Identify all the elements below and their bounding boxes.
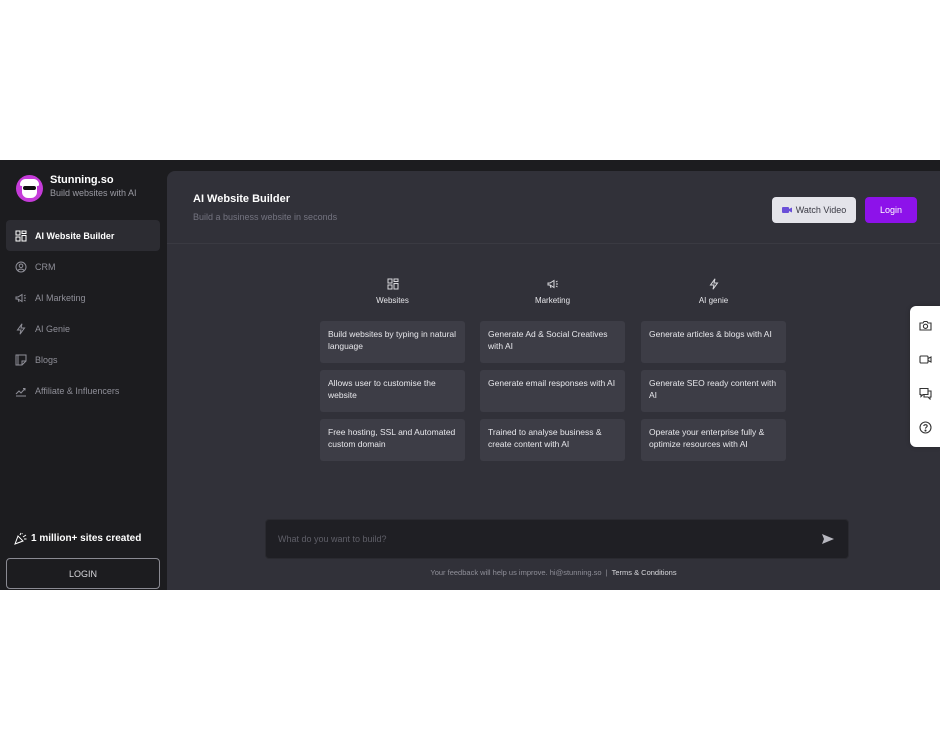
sidebar-login-button[interactable]: LOGIN — [6, 558, 160, 589]
lightning-icon — [16, 323, 26, 334]
grid-icon — [387, 278, 398, 290]
main-panel: AI Website Builder Build a business webs… — [167, 171, 940, 590]
feature-card[interactable]: Free hosting, SSL and Automated custom d… — [320, 419, 465, 461]
sites-created-label: 1 million+ sites created — [31, 533, 142, 544]
column-title: AI genie — [698, 296, 729, 305]
column-websites: Websites — [320, 278, 465, 305]
column-title: Websites — [376, 296, 409, 305]
lightning-icon — [709, 278, 718, 290]
chart-icon — [15, 387, 26, 396]
feedback-text: Your feedback will help us improve. hi@s… — [430, 568, 602, 577]
feature-card[interactable]: Allows user to customise the website — [320, 370, 465, 412]
sidebar-item-label: AI Website Builder — [35, 230, 115, 241]
megaphone-icon — [547, 279, 558, 289]
page-title: AI Website Builder — [193, 193, 290, 205]
user-circle-icon — [15, 261, 27, 272]
sidebar-item-affiliate[interactable]: Affiliate & Influencers — [6, 375, 160, 406]
terms-link[interactable]: Terms & Conditions — [612, 568, 677, 577]
column-ai-genie: AI genie — [641, 278, 786, 305]
page-header: AI Website Builder Build a business webs… — [167, 171, 940, 244]
party-popper-icon — [14, 532, 27, 545]
sidebar-item-label: AI Marketing — [35, 292, 86, 303]
feedback-footer: Your feedback will help us improve. hi@s… — [167, 568, 940, 577]
document-icon — [15, 354, 27, 365]
send-icon[interactable] — [822, 534, 834, 544]
prompt-input[interactable] — [278, 520, 798, 558]
watch-video-label: Watch Video — [795, 205, 847, 215]
feature-card[interactable]: Build websites by typing in natural lang… — [320, 321, 465, 363]
help-icon[interactable] — [919, 421, 932, 434]
brand-tagline: Build websites with AI — [50, 188, 137, 198]
sidebar-item-ai-genie[interactable]: AI Genie — [6, 313, 160, 344]
feature-card[interactable]: Trained to analyse business & create con… — [480, 419, 625, 461]
sidebar: Stunning.so Build websites with AI AI We… — [0, 160, 167, 590]
sites-created-stat: 1 million+ sites created — [14, 532, 141, 545]
feature-card[interactable]: Generate SEO ready content with AI — [641, 370, 786, 412]
brand-name: Stunning.so — [50, 174, 114, 186]
brand-logo — [16, 175, 43, 202]
feature-card[interactable]: Generate email responses with AI — [480, 370, 625, 412]
sidebar-item-label: AI Genie — [35, 323, 71, 334]
grid-icon — [15, 230, 27, 241]
login-button[interactable]: Login — [865, 197, 917, 223]
page-subtitle: Build a business website in seconds — [193, 212, 338, 222]
video-icon[interactable] — [919, 353, 932, 366]
floating-toolbar — [910, 306, 940, 447]
sidebar-item-label: CRM — [35, 261, 56, 272]
brand[interactable]: Stunning.so Build websites with AI — [16, 174, 137, 202]
camera-icon[interactable] — [919, 319, 932, 332]
feature-card[interactable]: Generate Ad & Social Creatives with AI — [480, 321, 625, 363]
app-window: Stunning.so Build websites with AI AI We… — [0, 160, 940, 590]
feature-card[interactable]: Generate articles & blogs with AI — [641, 321, 786, 363]
column-marketing: Marketing — [480, 278, 625, 305]
sidebar-item-label: Affiliate & Influencers — [35, 385, 120, 396]
chat-icon[interactable] — [919, 387, 932, 400]
footer-separator: | — [605, 568, 608, 577]
megaphone-icon — [15, 293, 26, 302]
column-title: Marketing — [534, 296, 571, 305]
sidebar-item-blogs[interactable]: Blogs — [6, 344, 160, 375]
sidebar-item-label: Blogs — [35, 354, 58, 365]
sidebar-item-ai-website-builder[interactable]: AI Website Builder — [6, 220, 160, 251]
sidebar-item-ai-marketing[interactable]: AI Marketing — [6, 282, 160, 313]
sidebar-item-crm[interactable]: CRM — [6, 251, 160, 282]
feature-card[interactable]: Operate your enterprise fully & optimize… — [641, 419, 786, 461]
watch-video-button[interactable]: Watch Video — [772, 197, 856, 223]
video-icon — [781, 207, 792, 213]
sidebar-nav: AI Website Builder CRM AI Marketing AI G… — [6, 220, 160, 406]
prompt-box — [265, 519, 849, 559]
